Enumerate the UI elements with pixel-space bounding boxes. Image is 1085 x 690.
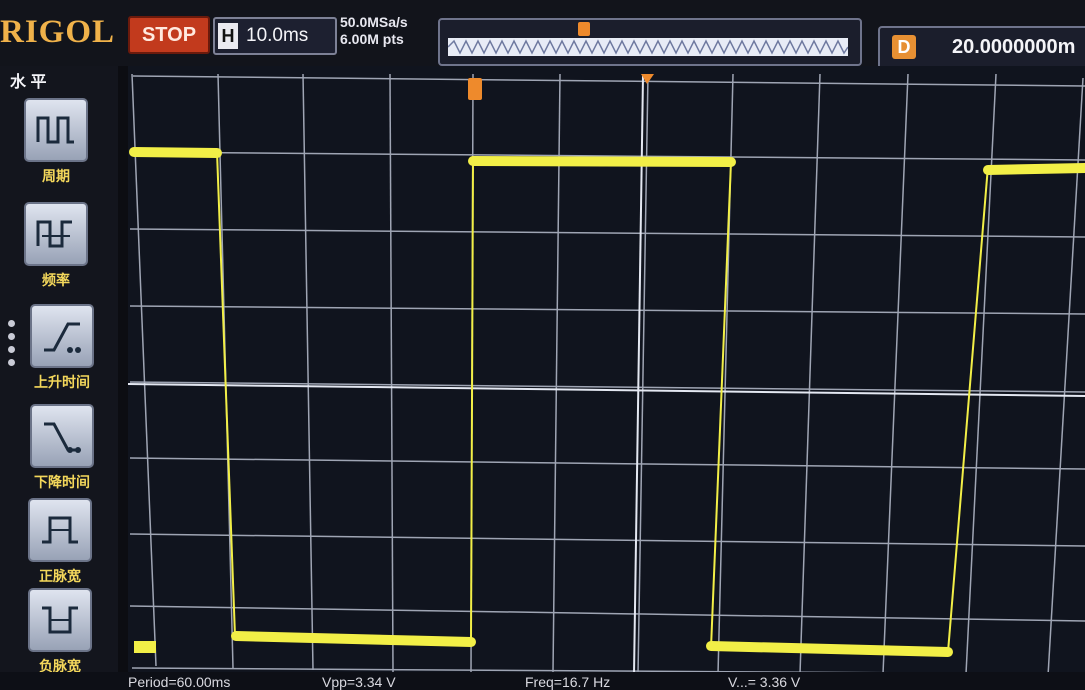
- period-readout: Period=60.00ms: [128, 674, 231, 690]
- frequency-readout: Freq=16.7 Hz: [525, 674, 611, 690]
- negative-width-icon: [28, 588, 92, 652]
- memory-overview[interactable]: [438, 18, 862, 66]
- sample-rate: 50.0MSa/s: [340, 14, 408, 30]
- sample-info: 50.0MSa/s 6.00M pts: [340, 14, 440, 48]
- measure-period-button[interactable]: 周期: [18, 98, 94, 186]
- trigger-position-marker: [578, 22, 590, 36]
- memory-depth: 6.00M pts: [340, 31, 404, 47]
- extra-readout: V...= 3.36 V: [728, 674, 801, 690]
- frequency-label: 频率: [42, 272, 70, 288]
- memory-waveform-strip: [448, 38, 848, 56]
- positive-width-label: 正脉宽: [39, 568, 81, 584]
- vpp-readout: Vpp=3.34 V: [322, 674, 396, 690]
- horizontal-measure-menu: 水 平 周期 频率 上升时间 下降时间 正脉宽 负脉宽: [0, 66, 118, 686]
- measure-frequency-button[interactable]: 频率: [18, 202, 94, 290]
- top-status-bar: RIGOL STOP H 10.0ms 50.0MSa/s 6.00M pts …: [0, 0, 1085, 70]
- measure-rise-time-button[interactable]: 上升时间: [24, 304, 100, 392]
- measure-positive-width-button[interactable]: 正脉宽: [22, 498, 98, 586]
- fall-time-icon: [30, 404, 94, 468]
- delay-marker: [468, 78, 482, 100]
- positive-width-icon: [28, 498, 92, 562]
- brand-logo: RIGOL: [0, 14, 116, 50]
- measure-negative-width-button[interactable]: 负脉宽: [22, 588, 98, 676]
- timebase-prefix: H: [218, 23, 238, 49]
- waveform-svg: [128, 73, 1085, 677]
- delay-prefix: D: [892, 35, 916, 59]
- frequency-icon: [24, 202, 88, 266]
- channel-1-edges: [216, 151, 989, 653]
- menu-title: 水 平: [10, 74, 47, 91]
- channel-1-levels: [129, 147, 1085, 657]
- run-stop-button[interactable]: STOP: [128, 16, 210, 54]
- channel-1-ground-marker: [134, 641, 156, 653]
- page-indicator: [8, 320, 16, 372]
- period-icon: [24, 98, 88, 162]
- measure-fall-time-button[interactable]: 下降时间: [24, 404, 100, 492]
- waveform-display[interactable]: [128, 66, 1085, 678]
- rise-time-label: 上升时间: [34, 374, 90, 390]
- period-label: 周期: [42, 168, 70, 184]
- delay-value: 20.0000000m: [952, 36, 1076, 58]
- delay-box[interactable]: D 20.0000000m: [878, 26, 1085, 70]
- rise-time-icon: [30, 304, 94, 368]
- timebase-box[interactable]: H 10.0ms: [213, 17, 337, 55]
- timebase-value: 10.0ms: [246, 25, 309, 46]
- fall-time-label: 下降时间: [34, 474, 90, 490]
